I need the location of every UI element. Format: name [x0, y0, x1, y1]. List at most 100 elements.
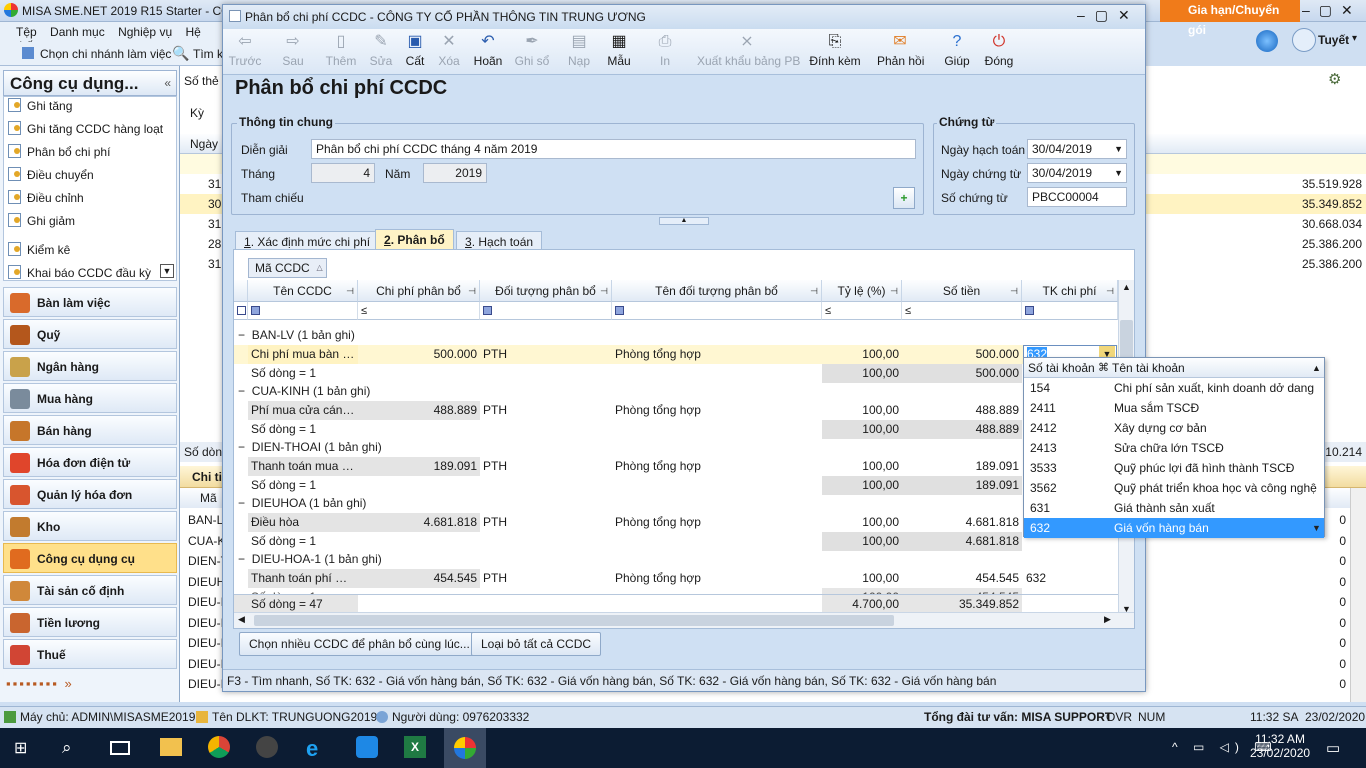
table-row[interactable]: Thanh toán mua đi... 189.091 PTH Phòng t…: [234, 457, 1118, 476]
dinh-kem-button[interactable]: ⎘ Đính kèm: [807, 31, 863, 73]
left-item-khai-bao[interactable]: Khai báo CCDC đầu kỳ: [8, 263, 151, 283]
module-quy[interactable]: Quỹ: [3, 319, 177, 349]
ngay-chung-tu-field[interactable]: 30/04/2019 ▼: [1027, 163, 1127, 183]
nam-field[interactable]: 2019: [423, 163, 487, 183]
col-tk-chi-phi[interactable]: TK chi phí ⊣: [1022, 280, 1118, 302]
dialog-window-controls[interactable]: –▢✕: [1077, 7, 1140, 24]
sau-button[interactable]: ⇨ Sau: [275, 31, 311, 73]
them-button[interactable]: ▯ Thêm: [323, 31, 359, 73]
left-item-ghi-tang-hang-loat[interactable]: Ghi tăng CCDC hàng loạt: [8, 119, 163, 139]
module-ban-lam-viec[interactable]: Bàn làm việc: [3, 287, 177, 317]
table-row[interactable]: Chi phí mua bàn là... 500.000 PTH Phòng …: [234, 345, 1118, 364]
file-explorer-icon[interactable]: [160, 738, 182, 756]
mau-button[interactable]: ▦ Mẫu: [601, 31, 637, 73]
group-row[interactable]: − DIEN-THOAI (1 bản ghi): [238, 438, 1118, 457]
tk-chi-phi-dropdown[interactable]: Số tài khoản ⌘ Tên tài khoản ▲ 154 Chi ph…: [1023, 357, 1325, 538]
xoa-button[interactable]: ✕ Xóa: [433, 31, 465, 73]
group-row[interactable]: − CUA-KINH (1 bản ghi): [238, 382, 1118, 401]
group-row[interactable]: − BAN-LV (1 bản ghi): [238, 326, 1118, 345]
module-cong-cu-dung-cu[interactable]: Công cụ dụng cụ: [3, 543, 177, 573]
left-item-ghi-giam[interactable]: Ghi giảm: [8, 211, 75, 231]
nap-button[interactable]: ▤ Nạp: [565, 31, 593, 73]
taskbar-misa-active[interactable]: [444, 728, 486, 768]
module-mua-hang[interactable]: Mua hàng: [3, 383, 177, 413]
tim-kiem-button[interactable]: Tìm k: [193, 47, 223, 61]
giup-button[interactable]: ? Giúp: [939, 31, 975, 73]
col-ten-ccdc[interactable]: Tên CCDC ⊣: [248, 280, 358, 302]
gear-icon[interactable]: ⚙: [1328, 70, 1348, 90]
module-kho[interactable]: Kho: [3, 511, 177, 541]
module-tien-luong[interactable]: Tiền lương: [3, 607, 177, 637]
dropdown-option-selected[interactable]: 632 Giá vốn hàng bán ▼: [1024, 518, 1324, 538]
phan-hoi-button[interactable]: ✉ Phản hồi: [877, 31, 924, 73]
col-ten-doi-tuong[interactable]: Tên đối tượng phân bổ ⊣: [612, 280, 822, 302]
chon-chi-nhanh-button[interactable]: Chọn chi nhánh làm việc: [40, 47, 171, 61]
left-item-ghi-tang[interactable]: Ghi tăng: [8, 96, 72, 116]
chon-nhieu-ccdc-button[interactable]: Chọn nhiều CCDC để phân bổ cùng lúc...: [239, 632, 480, 656]
filter-chi-phi[interactable]: ≤: [358, 302, 480, 320]
module-shortcut-icons[interactable]: ▪▪▪▪▪▪▪▪ »: [6, 676, 176, 696]
filter-tk[interactable]: [1022, 302, 1118, 320]
table-row[interactable]: Điều hòa 4.681.818 PTH Phòng tổng hợp 10…: [234, 513, 1118, 532]
module-ban-hang[interactable]: Bán hàng: [3, 415, 177, 445]
so-chung-tu-field[interactable]: PBCC00004: [1027, 187, 1127, 207]
clock[interactable]: 11:32 AM 23/02/2020: [1250, 732, 1310, 760]
group-row[interactable]: − DIEUHOA (1 bản ghi): [238, 494, 1118, 513]
group-row[interactable]: − DIEU-HOA-1 (1 bản ghi): [238, 550, 1118, 569]
in-button[interactable]: ⎙ In: [649, 31, 681, 73]
left-item-dieu-chinh[interactable]: Điều chỉnh: [8, 188, 84, 208]
bg-scrollbar[interactable]: [1350, 488, 1366, 702]
scroll-down-icon[interactable]: ▼: [160, 264, 174, 278]
chevron-down-icon[interactable]: ▾: [1352, 33, 1357, 44]
excel-icon[interactable]: X: [404, 736, 426, 758]
ghi-so-button[interactable]: ✒ Ghi sổ: [513, 31, 551, 73]
group-by-chip[interactable]: Mã CCDC △: [248, 258, 327, 278]
menu-danh-muc[interactable]: Danh mục: [50, 25, 105, 39]
user-name[interactable]: Tuyết: [1318, 33, 1349, 47]
menu-nghiep-vu[interactable]: Nghiệp vụ: [118, 25, 172, 39]
grid-horizontal-scrollbar[interactable]: ◀ ▶: [234, 612, 1134, 628]
tab-phan-bo[interactable]: 2. Phân bổ: [375, 229, 454, 251]
col-chi-phi-phan-bo[interactable]: Chi phí phân bổ ⊣: [358, 280, 480, 302]
loai-bo-ccdc-button[interactable]: Loại bỏ tất cả CCDC: [471, 632, 602, 656]
window-controls[interactable]: –▢✕: [1302, 2, 1362, 19]
dropdown-option[interactable]: 2413 Sửa chữa lớn TSCĐ: [1024, 438, 1324, 458]
cat-button[interactable]: ▣ Cất: [399, 31, 431, 73]
calendar-dropdown-icon[interactable]: ▼: [1114, 164, 1123, 182]
dong-button[interactable]: ⏻ Đóng: [981, 31, 1017, 73]
filter-editor-icon[interactable]: [234, 302, 248, 320]
hoan-button[interactable]: ↶ Hoãn: [471, 31, 505, 73]
avatar[interactable]: [1292, 28, 1316, 52]
filter-ty-le[interactable]: ≤: [822, 302, 902, 320]
left-item-phan-bo-chi-phi[interactable]: Phân bổ chi phí: [8, 142, 110, 162]
dropdown-option[interactable]: 631 Giá thành sản xuất: [1024, 498, 1324, 518]
tab-xac-dinh-muc-chi-phi[interactable]: 1. Xác định mức chi phí: [235, 231, 380, 251]
table-row[interactable]: Phí mua cửa cánh... 488.889 PTH Phòng tổ…: [234, 401, 1118, 420]
filter-ten-doi-tuong[interactable]: [612, 302, 822, 320]
col-so-tien[interactable]: Số tiền ⊣: [902, 280, 1022, 302]
thang-field[interactable]: 4: [311, 163, 375, 183]
chrome-icon[interactable]: [208, 736, 230, 758]
module-tai-san-co-dinh[interactable]: Tài sản cố định: [3, 575, 177, 605]
truoc-button[interactable]: ⇦ Trước: [227, 31, 263, 73]
dropdown-option[interactable]: 2411 Mua sắm TSCĐ: [1024, 398, 1324, 418]
dropdown-option[interactable]: 2412 Xây dựng cơ bản: [1024, 418, 1324, 438]
task-view-icon[interactable]: [110, 741, 130, 755]
filter-so-tien[interactable]: ≤: [902, 302, 1022, 320]
ie-icon[interactable]: e: [306, 736, 318, 762]
module-hoa-don-dien-tu[interactable]: Hóa đơn điện tử: [3, 447, 177, 477]
col-doi-tuong-phan-bo[interactable]: Đối tượng phân bổ ⊣: [480, 280, 612, 302]
add-reference-button[interactable]: +: [893, 187, 915, 209]
collapse-handle[interactable]: ▲: [659, 217, 709, 225]
module-thue[interactable]: Thuế: [3, 639, 177, 669]
table-row[interactable]: Thanh toán phí mu... 454.545 PTH Phòng t…: [234, 569, 1118, 588]
flash-icon[interactable]: [256, 736, 278, 758]
module-ngan-hang[interactable]: Ngân hàng: [3, 351, 177, 381]
dropdown-option[interactable]: 154 Chi phí sản xuất, kinh doanh dở dang: [1024, 378, 1324, 398]
menu-tep[interactable]: Tệp: [16, 25, 37, 39]
tab-hach-toan[interactable]: 3. Hạch toán: [456, 231, 543, 251]
dropdown-option[interactable]: 3562 Quỹ phát triển khoa học và công nghệ: [1024, 478, 1324, 498]
windows-start-icon[interactable]: ⊞: [14, 740, 32, 758]
dropdown-option[interactable]: 3533 Quỹ phúc lợi đã hình thành TSCĐ: [1024, 458, 1324, 478]
notification-icon[interactable]: ▭: [1326, 739, 1340, 757]
